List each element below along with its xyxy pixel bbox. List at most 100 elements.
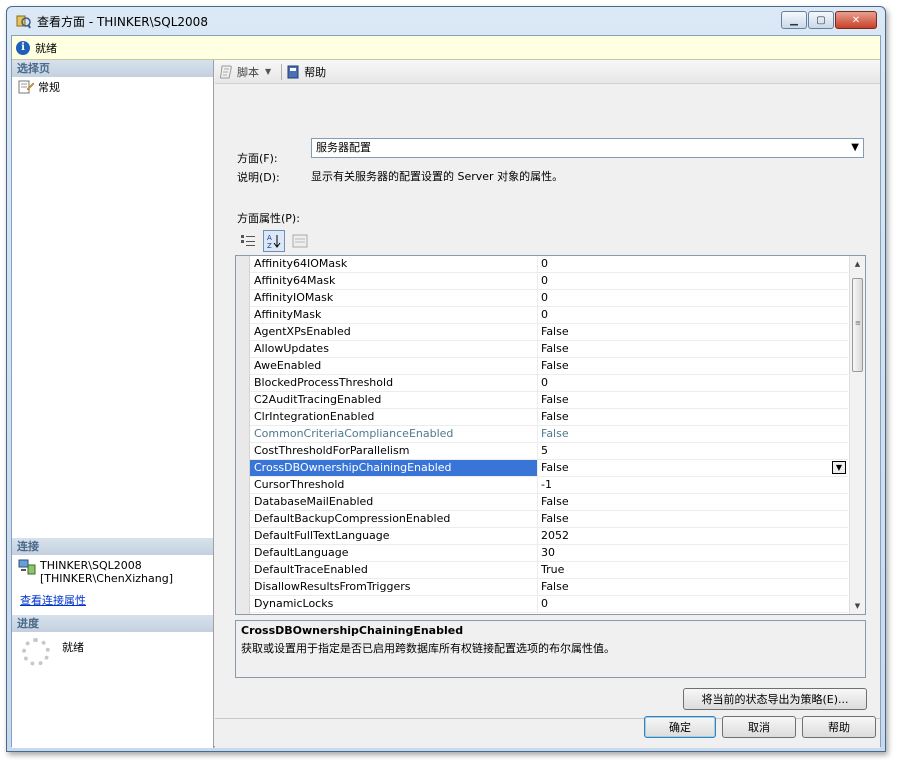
property-row[interactable]: C2AuditTracingEnabled False bbox=[250, 392, 848, 409]
property-value[interactable]: 30 bbox=[538, 545, 848, 561]
property-value-text: -1 bbox=[541, 478, 552, 491]
script-button[interactable]: 脚本 ▼ bbox=[219, 64, 271, 80]
status-bar: i 就绪 bbox=[12, 36, 880, 60]
property-name[interactable]: CommonCriteriaComplianceEnabled bbox=[250, 426, 538, 442]
scroll-up-icon[interactable]: ▲ bbox=[850, 256, 865, 272]
property-row[interactable]: Affinity64IOMask 0 bbox=[250, 256, 848, 273]
sidebar: 选择页 常规 连接 THINKER\SQL2008 [THINKER\ChenX… bbox=[12, 60, 214, 748]
property-name[interactable]: BlockedProcessThreshold bbox=[250, 375, 538, 391]
property-value[interactable]: 0 bbox=[538, 290, 848, 306]
property-name[interactable]: AllowUpdates bbox=[250, 341, 538, 357]
view-connection-properties-link[interactable]: 查看连接属性 bbox=[12, 589, 94, 611]
property-name[interactable]: AgentXPsEnabled bbox=[250, 324, 538, 340]
property-name[interactable]: CostThresholdForParallelism bbox=[250, 443, 538, 459]
facet-select[interactable]: 服务器配置 ▼ bbox=[311, 138, 864, 158]
alphabetical-button[interactable]: A Z bbox=[263, 230, 285, 252]
property-row[interactable]: CursorThreshold -1 bbox=[250, 477, 848, 494]
close-button[interactable]: ✕ bbox=[835, 11, 877, 29]
help-book-icon bbox=[287, 65, 299, 78]
cancel-button[interactable]: 取消 bbox=[722, 716, 796, 738]
title-bar[interactable]: 查看方面 - THINKER\SQL2008 ▁ ▢ ✕ bbox=[7, 7, 885, 35]
maximize-button[interactable]: ▢ bbox=[808, 11, 834, 29]
property-name[interactable]: Affinity64IOMask bbox=[250, 256, 538, 272]
property-row[interactable]: CommonCriteriaComplianceEnabled False bbox=[250, 426, 848, 443]
property-value[interactable]: False bbox=[538, 579, 848, 595]
property-value[interactable]: True bbox=[538, 562, 848, 578]
property-value[interactable]: 0 bbox=[538, 307, 848, 323]
property-row[interactable]: DefaultTraceEnabled True bbox=[250, 562, 848, 579]
property-name[interactable]: DefaultTraceEnabled bbox=[250, 562, 538, 578]
property-name[interactable]: Affinity64Mask bbox=[250, 273, 538, 289]
grid-vertical-scrollbar[interactable]: ▲ ≡ ▼ bbox=[849, 256, 865, 614]
maximize-icon: ▢ bbox=[816, 14, 826, 26]
status-text: 就绪 bbox=[35, 41, 57, 55]
property-value[interactable]: 0 bbox=[538, 256, 848, 272]
help-button[interactable]: 帮助 bbox=[802, 716, 876, 738]
minimize-button[interactable]: ▁ bbox=[781, 11, 807, 29]
property-row[interactable]: ClrIntegrationEnabled False bbox=[250, 409, 848, 426]
property-name[interactable]: DefaultBackupCompressionEnabled bbox=[250, 511, 538, 527]
property-row[interactable]: CrossDBOwnershipChainingEnabled False ▼ bbox=[250, 460, 848, 477]
property-name[interactable]: DatabaseMailEnabled bbox=[250, 494, 538, 510]
property-row[interactable]: DynamicLocks 0 bbox=[250, 596, 848, 613]
property-value[interactable]: 0 bbox=[538, 273, 848, 289]
property-value[interactable]: False bbox=[538, 324, 848, 340]
property-name[interactable]: C2AuditTracingEnabled bbox=[250, 392, 538, 408]
property-row[interactable]: BlockedProcessThreshold 0 bbox=[250, 375, 848, 392]
value-dropdown-icon[interactable]: ▼ bbox=[832, 461, 846, 474]
select-page-header: 选择页 bbox=[12, 60, 213, 77]
property-value[interactable]: -1 bbox=[538, 477, 848, 493]
property-value[interactable]: False bbox=[538, 341, 848, 357]
property-row[interactable]: DisallowResultsFromTriggers False bbox=[250, 579, 848, 596]
property-value[interactable]: False ▼ bbox=[538, 460, 848, 476]
property-value[interactable]: 5 bbox=[538, 443, 848, 459]
categorized-button[interactable] bbox=[237, 230, 259, 252]
help-toolbar-button[interactable]: 帮助 bbox=[286, 64, 326, 80]
close-icon: ✕ bbox=[851, 14, 861, 26]
chevron-down-icon[interactable]: ▼ bbox=[265, 67, 271, 76]
window-title: 查看方面 - THINKER\SQL2008 bbox=[37, 14, 208, 29]
property-row[interactable]: DefaultLanguage 30 bbox=[250, 545, 848, 562]
property-row[interactable]: AffinityIOMask 0 bbox=[250, 290, 848, 307]
property-value[interactable]: False bbox=[538, 511, 848, 527]
property-value[interactable]: 0 bbox=[538, 596, 848, 612]
property-value-text: 30 bbox=[541, 546, 555, 559]
property-value-text: 0 bbox=[541, 597, 548, 610]
property-value[interactable]: False bbox=[538, 409, 848, 425]
scrollbar-thumb[interactable]: ≡ bbox=[852, 278, 863, 372]
property-row[interactable]: Affinity64Mask 0 bbox=[250, 273, 848, 290]
property-value[interactable]: False bbox=[538, 426, 848, 442]
property-name[interactable]: AweEnabled bbox=[250, 358, 538, 374]
property-row[interactable]: CostThresholdForParallelism 5 bbox=[250, 443, 848, 460]
property-value[interactable]: 0 bbox=[538, 375, 848, 391]
progress-status: 就绪 bbox=[62, 641, 84, 654]
ok-button[interactable]: 确定 bbox=[644, 716, 716, 738]
facet-dropdown-icon[interactable]: ▼ bbox=[851, 139, 859, 157]
property-name[interactable]: AffinityIOMask bbox=[250, 290, 538, 306]
property-name[interactable]: CursorThreshold bbox=[250, 477, 538, 493]
scroll-down-icon[interactable]: ▼ bbox=[850, 598, 865, 614]
property-row[interactable]: AgentXPsEnabled False bbox=[250, 324, 848, 341]
property-value[interactable]: False bbox=[538, 392, 848, 408]
property-value[interactable]: False bbox=[538, 358, 848, 374]
property-name[interactable]: DefaultFullTextLanguage bbox=[250, 528, 538, 544]
property-row[interactable]: DatabaseMailEnabled False bbox=[250, 494, 848, 511]
property-name[interactable]: CrossDBOwnershipChainingEnabled bbox=[250, 460, 538, 476]
property-pages-button[interactable] bbox=[289, 230, 311, 252]
property-name[interactable]: DynamicLocks bbox=[250, 596, 538, 612]
page-general[interactable]: 常规 bbox=[12, 77, 213, 97]
property-row[interactable]: AllowUpdates False bbox=[250, 341, 848, 358]
property-name[interactable]: ClrIntegrationEnabled bbox=[250, 409, 538, 425]
property-name[interactable]: DefaultLanguage bbox=[250, 545, 538, 561]
export-policy-button[interactable]: 将当前的状态导出为策略(E)... bbox=[683, 688, 867, 710]
connection-server: THINKER\SQL2008 bbox=[40, 559, 142, 572]
property-row[interactable]: AweEnabled False bbox=[250, 358, 848, 375]
property-value[interactable]: 2052 bbox=[538, 528, 848, 544]
property-name[interactable]: AffinityMask bbox=[250, 307, 538, 323]
property-row[interactable]: DefaultFullTextLanguage 2052 bbox=[250, 528, 848, 545]
property-row[interactable]: AffinityMask 0 bbox=[250, 307, 848, 324]
property-row[interactable]: DefaultBackupCompressionEnabled False bbox=[250, 511, 848, 528]
property-value[interactable]: False bbox=[538, 494, 848, 510]
dialog-client: i 就绪 选择页 常规 连接 THINKER\SQL2008 [THINKER\… bbox=[11, 35, 881, 748]
property-name[interactable]: DisallowResultsFromTriggers bbox=[250, 579, 538, 595]
